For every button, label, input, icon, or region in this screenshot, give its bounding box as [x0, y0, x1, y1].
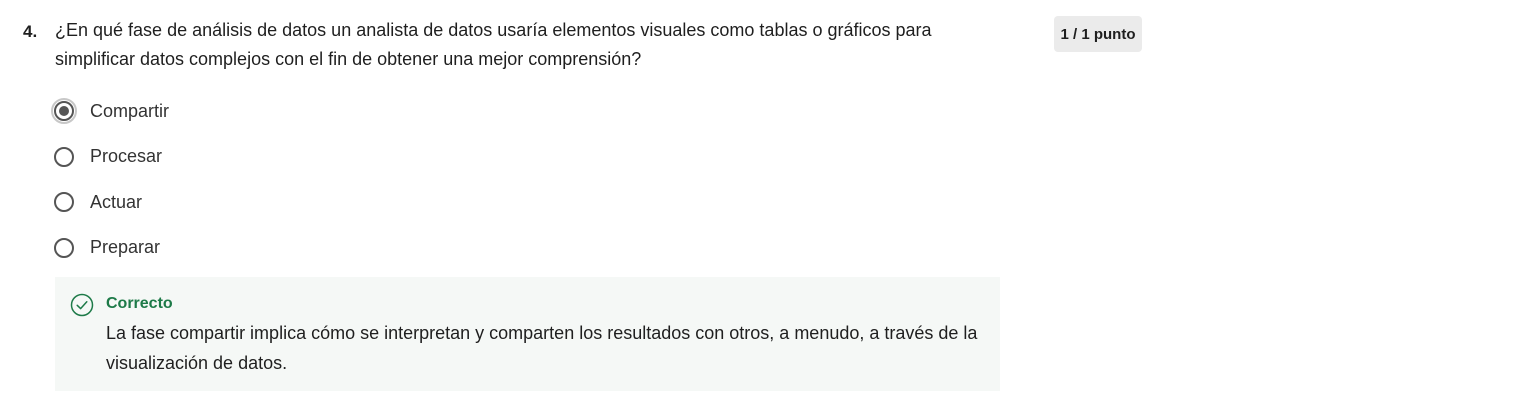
- points-badge: 1 / 1 punto: [1054, 16, 1142, 52]
- feedback-panel: Correcto La fase compartir implica cómo …: [55, 277, 1000, 391]
- question-number: 4.: [23, 22, 38, 41]
- radio-icon[interactable]: [54, 192, 74, 212]
- option-preparar[interactable]: Preparar: [53, 232, 653, 264]
- option-compartir[interactable]: Compartir: [51, 95, 653, 127]
- option-label: Actuar: [90, 191, 143, 212]
- option-label: Preparar: [90, 237, 161, 257]
- quiz-question: 4. ¿En qué fase de análisis de datos un …: [0, 0, 1523, 411]
- answer-options: Compartir Procesar Actuar Preparar: [51, 95, 653, 277]
- question-text: ¿En qué fase de análisis de datos un ana…: [55, 20, 932, 69]
- radio-selected-icon[interactable]: [51, 98, 77, 124]
- radio-icon[interactable]: [54, 237, 74, 258]
- option-label: Procesar: [90, 146, 163, 166]
- check-circle-icon: [70, 293, 94, 317]
- radio-icon[interactable]: [54, 146, 74, 167]
- option-actuar[interactable]: Actuar: [53, 186, 653, 218]
- option-label: Compartir: [90, 100, 170, 121]
- feedback-status: Correcto: [106, 295, 173, 312]
- feedback-text: La fase compartir implica cómo se interp…: [106, 323, 978, 373]
- option-procesar[interactable]: Procesar: [53, 141, 653, 173]
